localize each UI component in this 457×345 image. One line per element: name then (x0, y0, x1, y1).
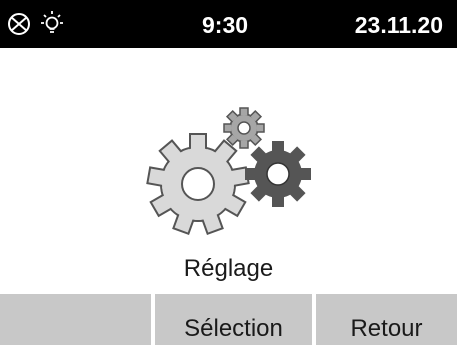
light-bulb-icon (41, 11, 63, 33)
no-signal-icon (8, 13, 30, 35)
softkey-bar: Sélection Retour (0, 294, 457, 345)
back-button[interactable]: Retour (316, 294, 457, 345)
clock-time: 9:30 (202, 12, 249, 38)
status-icons (8, 11, 63, 35)
date-display: 23.11.20 (354, 12, 443, 38)
large-gear (146, 133, 250, 236)
status-bar: 9:30 23.11.20 (0, 0, 457, 48)
small-gear (223, 107, 265, 149)
screen-title: Réglage (183, 255, 274, 282)
gears-icon (146, 107, 311, 236)
dark-gear (245, 141, 311, 207)
selection-button[interactable]: Sélection (155, 294, 312, 345)
softkey-left[interactable] (0, 294, 151, 345)
